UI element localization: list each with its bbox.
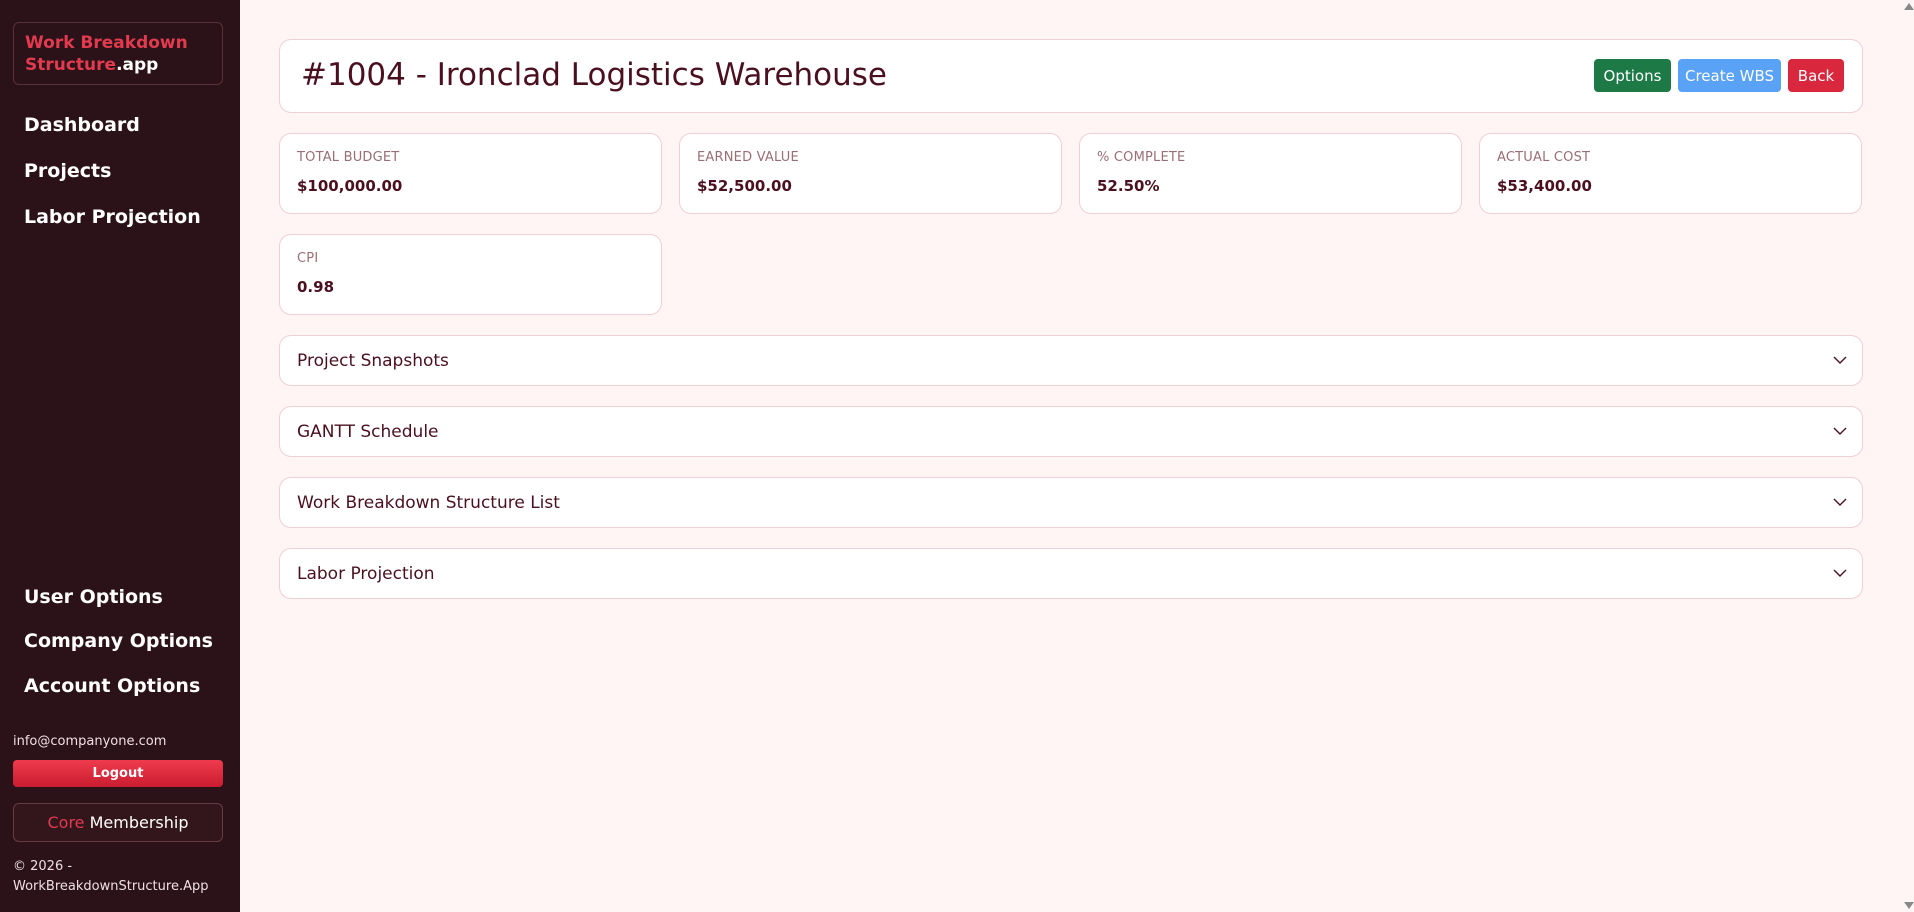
nav-labor-projection[interactable]: Labor Projection bbox=[24, 206, 201, 228]
chevron-down-icon bbox=[1833, 498, 1847, 506]
logo-text-part1: Work Breakdown bbox=[25, 33, 188, 53]
accordion-project-snapshots[interactable]: Project Snapshots bbox=[279, 335, 1863, 386]
chevron-down-icon bbox=[1833, 356, 1847, 364]
scroll-up-arrow-icon[interactable] bbox=[1904, 3, 1914, 10]
copyright: © 2026 - WorkBreakdownStructure.App bbox=[13, 857, 213, 897]
options-button[interactable]: Options bbox=[1594, 59, 1671, 92]
nav-company-options[interactable]: Company Options bbox=[24, 630, 213, 652]
chevron-down-icon bbox=[1833, 427, 1847, 435]
accordion-labor-projection[interactable]: Labor Projection bbox=[279, 548, 1863, 599]
accordion-title: Project Snapshots bbox=[297, 351, 449, 371]
stat-label: ACTUAL COST bbox=[1497, 150, 1591, 165]
nav-projects[interactable]: Projects bbox=[24, 160, 111, 182]
page-scrollbar[interactable] bbox=[1902, 0, 1914, 912]
stat-card-earned-value: EARNED VALUE $52,500.00 bbox=[679, 133, 1062, 214]
stat-card-cpi: CPI 0.98 bbox=[279, 234, 662, 315]
copyright-site: WorkBreakdownStructure.App bbox=[13, 879, 209, 894]
membership-tier: Core bbox=[47, 813, 85, 832]
stat-card-total-budget: TOTAL BUDGET $100,000.00 bbox=[279, 133, 662, 214]
logout-button[interactable]: Logout bbox=[13, 760, 223, 787]
logo-text-part3: .app bbox=[116, 55, 159, 75]
accordion-wbs-list[interactable]: Work Breakdown Structure List bbox=[279, 477, 1863, 528]
stat-value: $52,500.00 bbox=[697, 177, 792, 195]
project-header: #1004 - Ironclad Logistics Warehouse Opt… bbox=[279, 39, 1863, 113]
stat-label: EARNED VALUE bbox=[697, 150, 799, 165]
user-email: info@companyone.com bbox=[13, 734, 167, 749]
stat-value: $53,400.00 bbox=[1497, 177, 1592, 195]
accordion-gantt-schedule[interactable]: GANTT Schedule bbox=[279, 406, 1863, 457]
stat-label: CPI bbox=[297, 251, 319, 266]
accordion-title: Work Breakdown Structure List bbox=[297, 493, 560, 513]
nav-dashboard[interactable]: Dashboard bbox=[24, 114, 140, 136]
stat-label: TOTAL BUDGET bbox=[297, 150, 400, 165]
stat-value: 52.50% bbox=[1097, 177, 1160, 195]
app-logo[interactable]: Work Breakdown Structure.app bbox=[13, 22, 223, 85]
stat-label: % COMPLETE bbox=[1097, 150, 1186, 165]
stat-card-actual-cost: ACTUAL COST $53,400.00 bbox=[1479, 133, 1862, 214]
scroll-down-arrow-icon[interactable] bbox=[1904, 902, 1914, 909]
stat-value: 0.98 bbox=[297, 278, 335, 296]
stat-value: $100,000.00 bbox=[297, 177, 403, 195]
membership-label: Membership bbox=[89, 813, 189, 832]
nav-user-options[interactable]: User Options bbox=[24, 586, 163, 608]
nav-account-options[interactable]: Account Options bbox=[24, 675, 200, 697]
copyright-year: © 2026 - bbox=[13, 859, 73, 874]
create-wbs-button[interactable]: Create WBS bbox=[1678, 59, 1781, 92]
accordion-title: Labor Projection bbox=[297, 564, 435, 584]
membership-badge[interactable]: Core Membership bbox=[13, 803, 223, 842]
sidebar: Work Breakdown Structure.app Dashboard P… bbox=[0, 0, 240, 912]
stat-card-percent-complete: % COMPLETE 52.50% bbox=[1079, 133, 1462, 214]
accordion-title: GANTT Schedule bbox=[297, 422, 439, 442]
back-button[interactable]: Back bbox=[1788, 59, 1844, 92]
logo-text-part2: Structure bbox=[25, 55, 117, 75]
chevron-down-icon bbox=[1833, 569, 1847, 577]
page-title: #1004 - Ironclad Logistics Warehouse bbox=[301, 57, 888, 93]
